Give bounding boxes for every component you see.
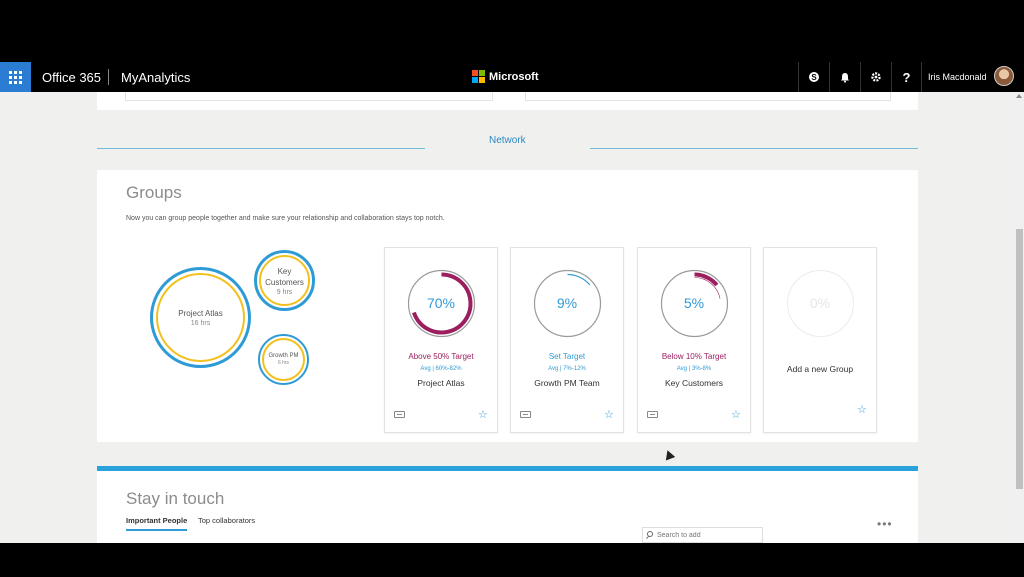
app-title-link[interactable]: MyAnalytics	[121, 70, 190, 85]
tab-important-people[interactable]: Important People	[126, 516, 188, 531]
microsoft-logo: Microsoft	[472, 70, 539, 83]
group-name: Key Customers	[664, 378, 724, 388]
help-icon: ?	[902, 69, 911, 85]
groups-description: Now you can group people together and ma…	[126, 215, 445, 222]
microsoft-logo-text: Microsoft	[489, 70, 539, 83]
favorite-list-icon[interactable]: ☆	[478, 408, 488, 421]
suite-bar: Office 365 MyAnalytics Microsoft S ? Iri…	[0, 62, 1024, 92]
add-group-card[interactable]: 0% Add a new Group ☆	[763, 247, 877, 433]
group-target-status[interactable]: Set Target	[511, 352, 623, 361]
screen-frame: Office 365 MyAnalytics Microsoft S ? Iri…	[0, 0, 1024, 577]
favorite-list-icon[interactable]: ☆	[604, 408, 614, 421]
vertical-scrollbar[interactable]	[1015, 92, 1024, 543]
network-section-label: Network	[489, 135, 526, 146]
bubble-inner-ring	[156, 273, 245, 362]
group-bubble-project-atlas[interactable]: Project Atlas 16 hrs	[150, 267, 251, 368]
group-name: Growth PM Team	[534, 378, 600, 388]
section-divider-line	[97, 148, 425, 149]
group-average-range: Avg | 60%-82%	[420, 366, 462, 372]
card-view-icon[interactable]	[647, 411, 658, 418]
group-card[interactable]: 70% Above 50% Target Avg | 60%-82% Proje…	[384, 247, 498, 433]
group-average-range: Avg | 3%-8%	[676, 366, 712, 372]
add-group-percent: 0%	[809, 295, 831, 311]
suite-bar-divider	[108, 69, 109, 85]
favorite-list-icon[interactable]: ☆	[731, 408, 741, 421]
more-options-icon[interactable]: •••	[877, 517, 893, 531]
skype-button[interactable]: S	[798, 62, 828, 92]
tab-top-collaborators[interactable]: Top collaborators	[198, 516, 255, 525]
bubble-name: Project Atlas	[178, 308, 223, 318]
groups-title: Groups	[126, 183, 182, 202]
notifications-button[interactable]	[829, 62, 859, 92]
skype-icon: S	[808, 72, 819, 82]
group-card[interactable]: 9% Set Target Avg | 7%-12% Growth PM Tea…	[510, 247, 624, 433]
group-name: Project Atlas	[417, 378, 465, 388]
search-icon	[647, 531, 653, 537]
stay-in-touch-title: Stay in touch	[126, 489, 225, 508]
mouse-cursor	[662, 448, 676, 461]
favorite-list-icon[interactable]: ☆	[857, 403, 867, 416]
groups-section: Groups Now you can group people together…	[97, 170, 918, 442]
top-card-remnant	[97, 92, 918, 110]
card-view-icon[interactable]	[520, 411, 531, 418]
bubble-hours: 9 hrs	[276, 288, 293, 296]
group-card[interactable]: 5% Below 10% Target Avg | 3%-8% Key Cust…	[637, 247, 751, 433]
main-content: Network Groups Now you can group people …	[0, 92, 1015, 543]
waffle-icon	[9, 70, 22, 84]
user-account[interactable]: Iris Macdonald	[921, 62, 1024, 92]
bubble-hours: 6 hrs	[277, 360, 290, 366]
bell-icon	[840, 72, 849, 83]
search-input[interactable]	[657, 530, 757, 541]
bubble-name: Growth PM	[268, 353, 299, 359]
bubble-hours: 16 hrs	[190, 319, 211, 327]
avatar[interactable]	[994, 66, 1014, 86]
group-average-range: Avg | 7%-12%	[548, 366, 586, 372]
scroll-thumb[interactable]	[1016, 229, 1023, 489]
group-target-status[interactable]: Above 50% Target	[385, 352, 497, 361]
group-bubble-growth-pm[interactable]: Growth PM 6 hrs	[258, 334, 309, 385]
svg-text:S: S	[811, 73, 817, 82]
stay-in-touch-section: Stay in touch Important People Top colla…	[97, 471, 918, 543]
user-name: Iris Macdonald	[928, 72, 987, 82]
add-group-label[interactable]: Add a new Group	[764, 364, 876, 374]
search-box[interactable]	[642, 527, 763, 543]
scroll-up-arrow-icon[interactable]	[1016, 94, 1022, 98]
microsoft-logo-icon	[472, 70, 485, 83]
group-percent: 70%	[426, 295, 456, 311]
app-launcher-button[interactable]	[0, 62, 31, 92]
gear-icon	[870, 72, 881, 82]
section-divider-line	[590, 148, 918, 149]
group-percent: 9%	[556, 295, 578, 311]
help-button[interactable]: ?	[891, 62, 921, 92]
group-percent: 5%	[683, 295, 705, 311]
settings-button[interactable]	[860, 62, 890, 92]
top-card-panel	[125, 92, 493, 101]
bubble-name: Key Customers	[265, 266, 304, 287]
card-view-icon[interactable]	[394, 411, 405, 418]
office365-link[interactable]: Office 365	[42, 70, 101, 85]
top-card-panel	[525, 92, 891, 101]
bottom-letterbox	[0, 543, 1024, 577]
group-bubble-key-customers[interactable]: Key Customers 9 hrs	[254, 250, 315, 311]
group-target-status[interactable]: Below 10% Target	[638, 352, 750, 361]
